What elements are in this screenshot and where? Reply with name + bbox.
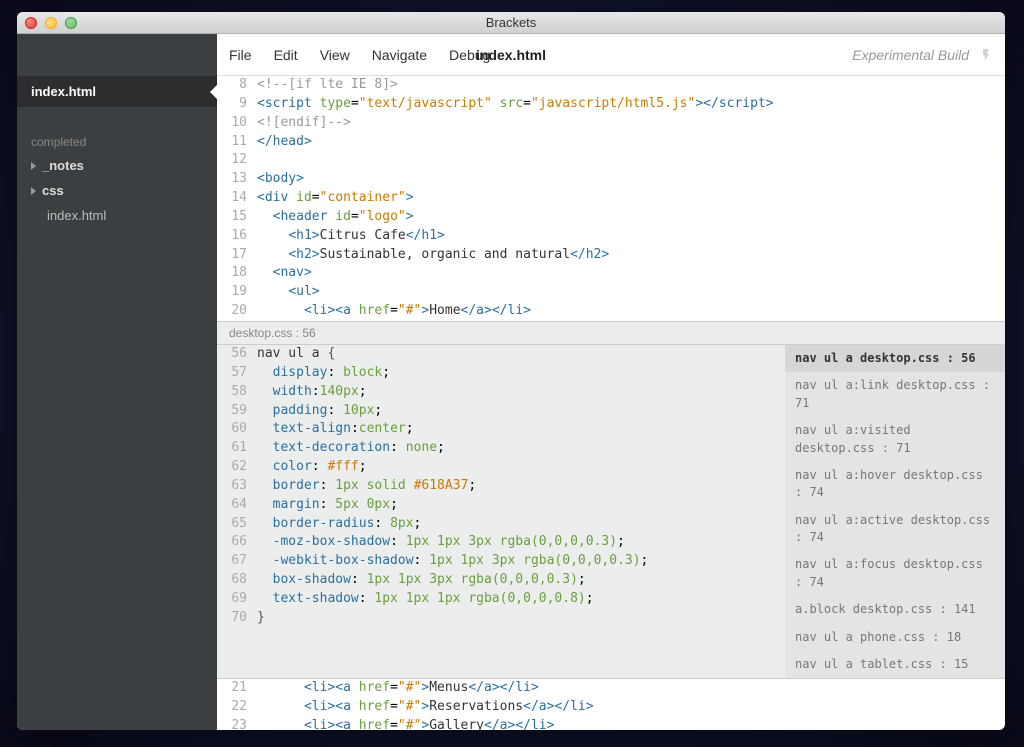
- sidebar-section-label: completed: [17, 125, 217, 153]
- document-title: index.html: [476, 47, 546, 63]
- sidebar-folder-css[interactable]: css: [17, 178, 217, 203]
- editor-area: FileEditViewNavigateDebug index.html Exp…: [217, 34, 1005, 730]
- inline-editor[interactable]: 565758596061626364656667686970 nav ul a …: [217, 344, 1005, 679]
- menu-file[interactable]: File: [229, 47, 252, 63]
- related-rule[interactable]: nav ul a:link desktop.css : 71: [785, 372, 1005, 417]
- window-title: Brackets: [486, 15, 537, 30]
- toolbar: FileEditViewNavigateDebug index.html Exp…: [217, 34, 1005, 76]
- related-rule[interactable]: a.block desktop.css : 141: [785, 596, 1005, 623]
- menu-view[interactable]: View: [320, 47, 350, 63]
- sidebar: index.html completed _notescss index.htm…: [17, 34, 217, 730]
- menu-navigate[interactable]: Navigate: [372, 47, 427, 63]
- sidebar-file-indexhtml[interactable]: index.html: [17, 203, 217, 228]
- editor-main-bottom[interactable]: 21222324252627282930313233 <li><a href="…: [217, 679, 1005, 730]
- related-rule[interactable]: nav ul a:active desktop.css : 74: [785, 507, 1005, 552]
- chevron-right-icon: [31, 162, 36, 170]
- titlebar[interactable]: Brackets: [17, 12, 1005, 34]
- code-scroll[interactable]: 891011121314151617181920 <!--[if lte IE …: [217, 76, 1005, 730]
- app-window: Brackets index.html completed _notescss …: [17, 12, 1005, 730]
- main-area: index.html completed _notescss index.htm…: [17, 34, 1005, 730]
- minimize-icon[interactable]: [45, 17, 57, 29]
- maximize-icon[interactable]: [65, 17, 77, 29]
- close-icon[interactable]: [25, 17, 37, 29]
- chevron-right-icon: [31, 187, 36, 195]
- related-rule[interactable]: nav ul a:focus desktop.css : 74: [785, 551, 1005, 596]
- related-rule[interactable]: nav ul a tablet.css : 15: [785, 651, 1005, 678]
- inline-editor-header: desktop.css : 56: [217, 321, 1005, 344]
- related-rules-panel: nav ul a desktop.css : 56nav ul a:link d…: [785, 345, 1005, 678]
- traffic-lights: [17, 17, 77, 29]
- related-rule[interactable]: nav ul a desktop.css : 56: [785, 345, 1005, 372]
- related-rule[interactable]: nav ul a:hover desktop.css : 74: [785, 462, 1005, 507]
- menu-bar: FileEditViewNavigateDebug: [229, 47, 490, 63]
- sidebar-active-file[interactable]: index.html: [17, 76, 217, 107]
- build-label: Experimental Build: [852, 47, 969, 63]
- live-preview-icon[interactable]: [979, 48, 993, 62]
- sidebar-folder-_notes[interactable]: _notes: [17, 153, 217, 178]
- toolbar-right: Experimental Build: [852, 47, 993, 63]
- related-rule[interactable]: nav ul a:visited desktop.css : 71: [785, 417, 1005, 462]
- menu-edit[interactable]: Edit: [274, 47, 298, 63]
- related-rule[interactable]: nav ul a phone.css : 18: [785, 624, 1005, 651]
- editor-main-top[interactable]: 891011121314151617181920 <!--[if lte IE …: [217, 76, 1005, 321]
